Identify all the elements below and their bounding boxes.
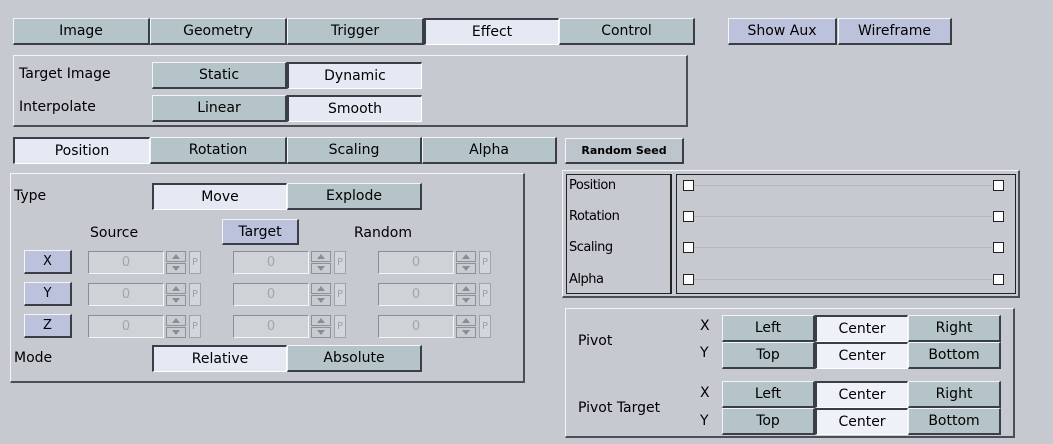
- pivot-y-bottom-button[interactable]: Bottom: [908, 342, 1001, 369]
- target-z-spinner[interactable]: [311, 315, 331, 338]
- pivot-x-center-button[interactable]: Center: [815, 315, 908, 342]
- random-x-p-button[interactable]: P: [479, 251, 491, 274]
- track-alpha-line[interactable]: [692, 279, 992, 280]
- pivot-x-right-button[interactable]: Right: [908, 315, 1001, 342]
- track-position-start-key[interactable]: [683, 180, 694, 191]
- track-scaling-label: Scaling: [569, 240, 613, 255]
- random-z-p-button[interactable]: P: [479, 315, 491, 338]
- random-x-spinner[interactable]: [456, 251, 476, 274]
- subtab-alpha[interactable]: Alpha: [422, 137, 557, 164]
- pivot-target-x-right-button[interactable]: Right: [908, 381, 1001, 408]
- track-position-line[interactable]: [692, 185, 992, 186]
- pivot-target-y-label: Y: [700, 413, 709, 429]
- track-position-label: Position: [569, 178, 616, 193]
- target-image-label: Target Image: [19, 66, 111, 82]
- type-explode-button[interactable]: Explode: [287, 183, 422, 210]
- pivot-target-x-label: X: [700, 385, 710, 401]
- target-dynamic-button[interactable]: Dynamic: [287, 62, 422, 89]
- pivot-label: Pivot: [578, 333, 613, 349]
- mode-label: Mode: [14, 350, 53, 366]
- track-rotation-label: Rotation: [569, 209, 620, 224]
- pivot-target-label: Pivot Target: [578, 400, 661, 416]
- source-y-spinner[interactable]: [166, 283, 186, 306]
- axis-y-button[interactable]: Y: [24, 282, 72, 306]
- track-rotation-start-key[interactable]: [683, 211, 694, 222]
- track-scaling-start-key[interactable]: [683, 242, 694, 253]
- track-timeline-area: [676, 174, 1016, 294]
- random-y-p-button[interactable]: P: [479, 283, 491, 306]
- pivot-y-top-button[interactable]: Top: [722, 342, 815, 369]
- tab-trigger[interactable]: Trigger: [287, 18, 424, 45]
- track-alpha-label: Alpha: [569, 272, 604, 287]
- track-rotation-end-key[interactable]: [993, 211, 1004, 222]
- target-z-field[interactable]: 0: [233, 315, 309, 338]
- pivot-target-y-top-button[interactable]: Top: [722, 408, 815, 435]
- interpolate-label: Interpolate: [19, 99, 96, 115]
- tab-image[interactable]: Image: [13, 18, 150, 45]
- source-z-p-button[interactable]: P: [189, 315, 201, 338]
- source-z-spinner[interactable]: [166, 315, 186, 338]
- type-move-button[interactable]: Move: [152, 183, 287, 210]
- type-label: Type: [14, 188, 47, 204]
- axis-x-button[interactable]: X: [24, 250, 72, 274]
- subtab-rotation[interactable]: Rotation: [150, 137, 287, 164]
- target-x-p-button[interactable]: P: [334, 251, 346, 274]
- target-z-p-button[interactable]: P: [334, 315, 346, 338]
- tab-control[interactable]: Control: [559, 18, 695, 45]
- track-alpha-start-key[interactable]: [683, 274, 694, 285]
- target-y-field[interactable]: 0: [233, 283, 309, 306]
- random-column-label: Random: [354, 225, 412, 241]
- random-z-field[interactable]: 0: [378, 315, 454, 338]
- target-static-button[interactable]: Static: [152, 62, 287, 89]
- random-x-field[interactable]: 0: [378, 251, 454, 274]
- track-alpha-end-key[interactable]: [993, 274, 1004, 285]
- pivot-target-x-center-button[interactable]: Center: [815, 381, 908, 408]
- pivot-x-label: X: [700, 318, 710, 334]
- source-column-label: Source: [90, 225, 139, 241]
- source-x-p-button[interactable]: P: [189, 251, 201, 274]
- tab-effect[interactable]: Effect: [424, 18, 559, 45]
- random-z-spinner[interactable]: [456, 315, 476, 338]
- interpolate-linear-button[interactable]: Linear: [152, 95, 287, 122]
- source-z-field[interactable]: 0: [88, 315, 164, 338]
- random-y-field[interactable]: 0: [378, 283, 454, 306]
- tab-geometry[interactable]: Geometry: [150, 18, 287, 45]
- subtab-position[interactable]: Position: [13, 137, 150, 164]
- track-position-end-key[interactable]: [993, 180, 1004, 191]
- source-x-spinner[interactable]: [166, 251, 186, 274]
- interpolate-smooth-button[interactable]: Smooth: [287, 95, 422, 122]
- show-aux-button[interactable]: Show Aux: [728, 18, 837, 45]
- pivot-y-center-button[interactable]: Center: [815, 342, 908, 369]
- random-seed-button[interactable]: Random Seed: [565, 138, 684, 164]
- target-y-spinner[interactable]: [311, 283, 331, 306]
- target-column-button[interactable]: Target: [222, 219, 299, 245]
- target-x-spinner[interactable]: [311, 251, 331, 274]
- pivot-x-left-button[interactable]: Left: [722, 315, 815, 342]
- pivot-y-label: Y: [700, 345, 709, 361]
- pivot-target-x-left-button[interactable]: Left: [722, 381, 815, 408]
- source-y-p-button[interactable]: P: [189, 283, 201, 306]
- pivot-target-y-bottom-button[interactable]: Bottom: [908, 408, 1001, 435]
- axis-z-button[interactable]: Z: [24, 314, 72, 338]
- source-y-field[interactable]: 0: [88, 283, 164, 306]
- target-x-field[interactable]: 0: [233, 251, 309, 274]
- target-y-p-button[interactable]: P: [334, 283, 346, 306]
- source-x-field[interactable]: 0: [88, 251, 164, 274]
- track-scaling-end-key[interactable]: [993, 242, 1004, 253]
- mode-absolute-button[interactable]: Absolute: [287, 345, 422, 372]
- random-y-spinner[interactable]: [456, 283, 476, 306]
- subtab-scaling[interactable]: Scaling: [287, 137, 422, 164]
- pivot-target-y-center-button[interactable]: Center: [815, 408, 908, 435]
- track-scaling-line[interactable]: [692, 247, 992, 248]
- track-rotation-line[interactable]: [692, 216, 992, 217]
- wireframe-button[interactable]: Wireframe: [838, 18, 952, 45]
- mode-relative-button[interactable]: Relative: [152, 345, 287, 372]
